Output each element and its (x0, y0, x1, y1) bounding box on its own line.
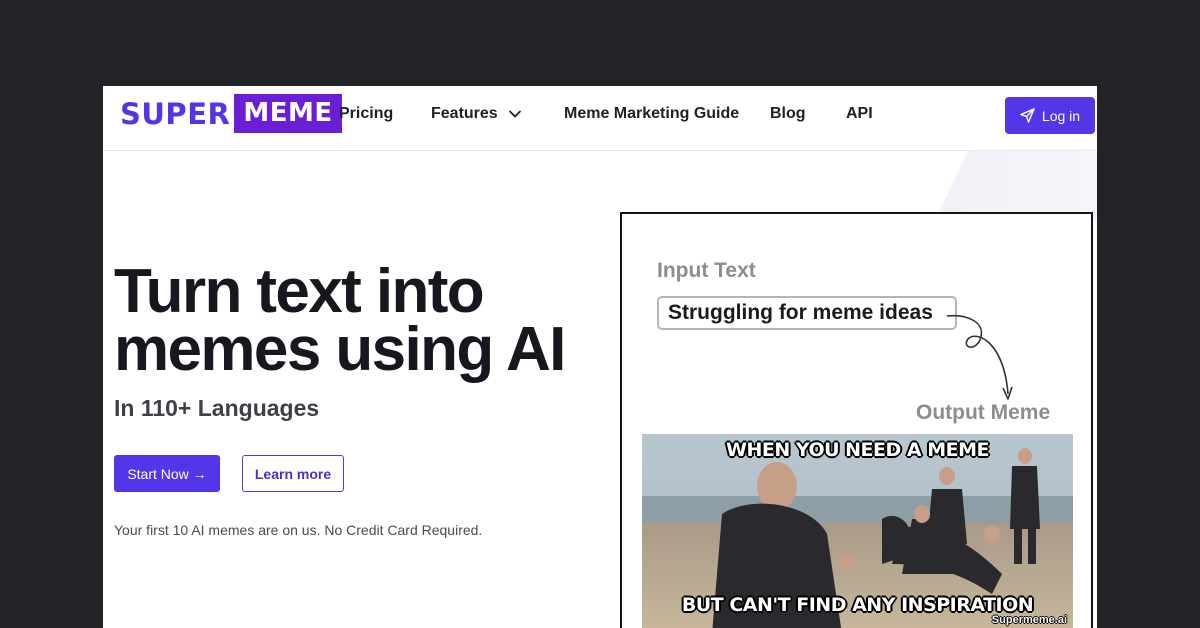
nav-item-pricing[interactable]: Pricing (339, 105, 393, 123)
curved-arrow-icon (946, 314, 1013, 400)
nav-item-features[interactable]: Features (431, 105, 522, 123)
decorative-shape (935, 151, 1097, 221)
site-window: SUPER MEME Pricing Features Meme Marketi… (103, 86, 1097, 628)
nav-item-label: API (846, 105, 873, 122)
output-meme-label: Output Meme (916, 401, 1051, 424)
nav-item-label: Pricing (339, 105, 394, 122)
nav-item-label: Meme Marketing Guide (564, 105, 740, 122)
nav-item-label: Blog (770, 105, 806, 122)
start-now-label: Start Now → (127, 465, 207, 482)
nav-item-blog[interactable]: Blog (770, 105, 806, 123)
free-trial-note: Your first 10 AI memes are on us. No Cre… (114, 522, 483, 538)
nav-item-meme-marketing-guide[interactable]: Meme Marketing Guide (564, 105, 739, 123)
demo-card: Input Text Struggling for meme ideas Out… (620, 212, 1093, 628)
meme-top-caption: WHEN YOU NEED A MEME (726, 439, 989, 461)
learn-more-label: Learn more (254, 465, 332, 482)
logo-text-super: SUPER (120, 96, 231, 131)
login-label: Log in (1041, 107, 1081, 124)
input-text-label: Input Text (657, 259, 756, 282)
headline-line-2: memes using AI (114, 315, 566, 384)
meme-watermark: Supermeme.ai (991, 614, 1067, 626)
learn-more-button[interactable]: Learn more (242, 455, 344, 492)
login-button[interactable]: Log in (1005, 97, 1095, 134)
logo[interactable]: SUPER MEME (120, 94, 342, 133)
hero-headline: Turn text into memes using AI (114, 261, 634, 381)
hero-subheadline: In 110+ Languages (114, 395, 320, 421)
paper-plane-icon (1020, 108, 1035, 123)
demo-input-box: Struggling for meme ideas (657, 296, 957, 330)
meme-image: WHEN YOU NEED A MEME BUT CAN'T FIND ANY … (642, 434, 1073, 628)
nav-item-label: Features (431, 105, 498, 122)
logo-text-meme: MEME (234, 94, 342, 133)
header: SUPER MEME Pricing Features Meme Marketi… (103, 86, 1097, 151)
start-now-button[interactable]: Start Now → (114, 455, 220, 492)
nav-item-api[interactable]: API (846, 105, 873, 123)
meme-bottom-caption: BUT CAN'T FIND ANY INSPIRATION (681, 594, 1034, 616)
chevron-down-icon[interactable] (508, 107, 522, 121)
